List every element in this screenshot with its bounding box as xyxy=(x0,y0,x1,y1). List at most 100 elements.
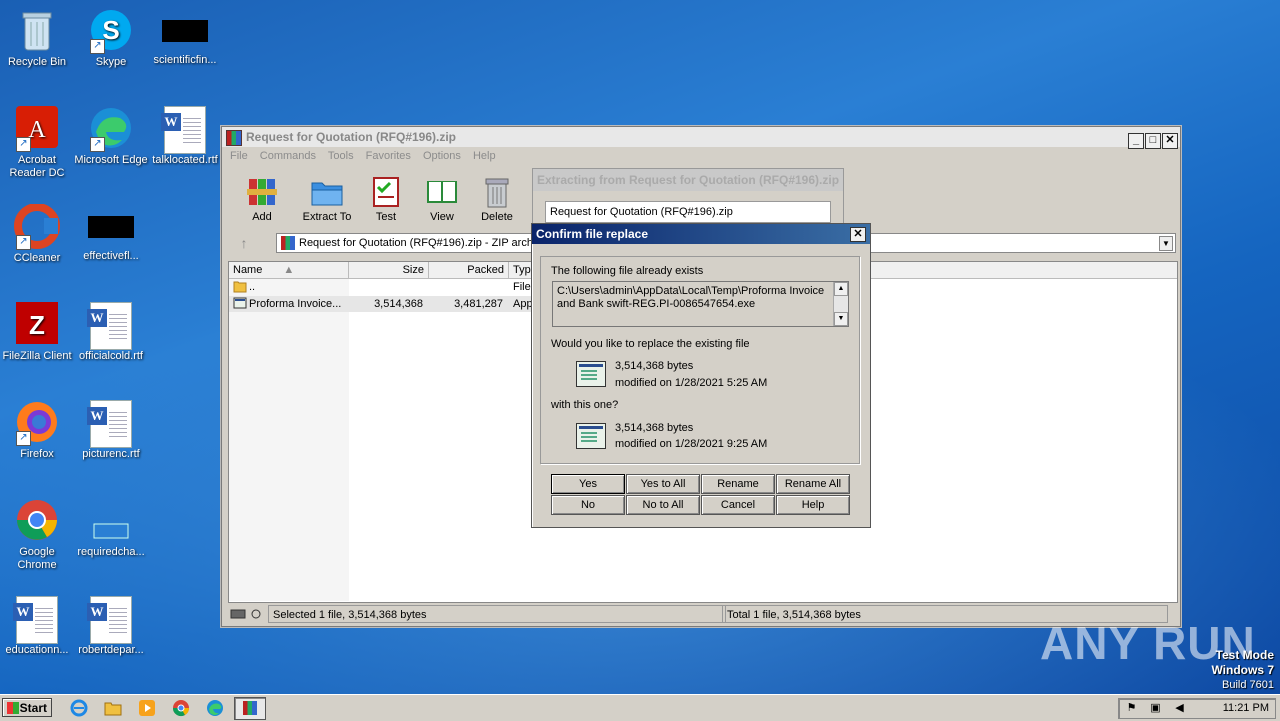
confirm-replace-dialog[interactable]: Confirm file replace ✕ The following fil… xyxy=(531,223,871,528)
recycle-bin-icon xyxy=(14,8,60,54)
desktop-icon-chrome[interactable]: Google Chrome xyxy=(0,498,74,572)
extracting-dialog: Extracting from Request for Quotation (R… xyxy=(532,168,844,230)
winrar-taskbar-button[interactable] xyxy=(234,697,266,720)
desktop-icon-acrobat[interactable]: A ↗ Acrobat Reader DC xyxy=(0,106,74,180)
shortcut-arrow-icon: ↗ xyxy=(16,431,31,446)
desktop-icon-label: FileZilla Client xyxy=(2,350,72,362)
desktop-icon-scientificfin[interactable]: scientificfin... xyxy=(148,8,222,67)
existing-modified: modified on 1/28/2021 5:25 AM xyxy=(615,377,768,389)
chrome-icon xyxy=(14,498,60,544)
path-line-1: C:\Users\admin\AppData\Local\Temp\Profor… xyxy=(557,285,825,297)
toolbar-add-button[interactable]: Add xyxy=(234,175,290,223)
menu-tools[interactable]: Tools xyxy=(328,150,354,162)
firefox-icon: ↗ xyxy=(14,400,60,446)
no-to-all-button[interactable]: No to All xyxy=(626,495,700,515)
minimize-button[interactable]: _ xyxy=(1128,133,1144,149)
desktop-icon-label: CCleaner xyxy=(13,252,61,264)
desktop-icon-effectivefl[interactable]: effectivefl... xyxy=(74,204,148,263)
file-name: Proforma Invoice... xyxy=(249,298,342,310)
flag-icon[interactable]: ⚑ xyxy=(1125,702,1138,715)
toolbar-test-button[interactable]: Test xyxy=(358,175,414,223)
chevron-down-icon[interactable]: ▼ xyxy=(1159,236,1173,251)
desktop-icon-officialcold[interactable]: W officialcold.rtf xyxy=(74,302,148,363)
start-button[interactable]: Start xyxy=(2,698,52,717)
test-mode-line1: Test Mode xyxy=(1215,648,1274,662)
desktop-icon-label: Acrobat Reader DC xyxy=(9,154,65,179)
column-name[interactable]: Name ▲ xyxy=(229,262,349,278)
toolbar-view-button[interactable]: View xyxy=(414,175,470,223)
desktop-icon-edge[interactable]: ↗ Microsoft Edge xyxy=(74,106,148,167)
desktop-icon-skype[interactable]: S ↗ Skype xyxy=(74,8,148,69)
svg-text:A: A xyxy=(28,117,46,143)
desktop-icon-firefox[interactable]: ↗ Firefox xyxy=(0,400,74,461)
word-document-icon: W xyxy=(87,596,134,644)
status-selected: Selected 1 file, 3,514,368 bytes xyxy=(268,605,726,623)
menu-commands[interactable]: Commands xyxy=(260,150,316,162)
start-label: Start xyxy=(19,701,47,715)
desktop-icon-label: Google Chrome xyxy=(17,546,57,571)
desktop-icon-requiredcha[interactable]: requiredcha... xyxy=(74,498,148,559)
window-titlebar[interactable]: Request for Quotation (RFQ#196).zip _ □ ✕ xyxy=(222,127,1180,149)
desktop-icon-educationn[interactable]: W educationn... xyxy=(0,596,74,657)
toolbar-delete-button[interactable]: Delete xyxy=(469,175,525,223)
menu-options[interactable]: Options xyxy=(423,150,461,162)
volume-icon[interactable]: ◀ xyxy=(1173,702,1186,715)
dialog-titlebar[interactable]: Confirm file replace ✕ xyxy=(532,224,870,244)
add-archive-icon xyxy=(245,175,279,209)
word-document-icon: W xyxy=(87,400,134,448)
desktop-icon-label: effectivefl... xyxy=(83,250,139,262)
skype-icon: S ↗ xyxy=(88,8,134,54)
file-packed: 3,481,287 xyxy=(454,298,503,310)
blank-file-icon xyxy=(88,498,134,544)
column-size[interactable]: Size xyxy=(349,262,429,278)
desktop-icon-robertdepar[interactable]: W robertdepar... xyxy=(74,596,148,657)
acrobat-icon: A ↗ xyxy=(14,106,60,152)
rename-button[interactable]: Rename xyxy=(701,474,775,494)
cancel-button[interactable]: Cancel xyxy=(701,495,775,515)
network-icon[interactable]: ▣ xyxy=(1149,702,1162,715)
scroll-down-icon[interactable]: ▼ xyxy=(834,312,848,326)
media-player-icon[interactable] xyxy=(138,699,156,717)
dialog-title: Confirm file replace xyxy=(536,227,649,241)
no-button[interactable]: No xyxy=(551,495,625,515)
menu-help[interactable]: Help xyxy=(473,150,496,162)
column-name-label: Name xyxy=(233,264,263,276)
rename-all-button[interactable]: Rename All xyxy=(776,474,850,494)
maximize-button[interactable]: □ xyxy=(1145,133,1161,149)
desktop-icon-label: Skype xyxy=(95,56,127,68)
desktop-icon-label: officialcold.rtf xyxy=(79,350,143,362)
file-explorer-icon[interactable] xyxy=(104,699,122,717)
status-bar: Selected 1 file, 3,514,368 bytes Total 1… xyxy=(224,605,1176,623)
yes-to-all-button[interactable]: Yes to All xyxy=(626,474,700,494)
desktop-icon-recycle-bin[interactable]: Recycle Bin xyxy=(0,8,74,69)
close-button[interactable]: ✕ xyxy=(1162,133,1178,149)
path-scrollbar[interactable]: ▲ ▼ xyxy=(833,282,848,326)
word-document-icon: W xyxy=(13,596,60,644)
help-button[interactable]: Help xyxy=(776,495,850,515)
desktop-icon-talklocated[interactable]: W talklocated.rtf xyxy=(148,106,222,167)
yes-button[interactable]: Yes xyxy=(551,474,625,494)
table-row-selected[interactable]: Proforma Invoice... 3,514,368 3,481,287 … xyxy=(229,296,539,312)
test-mode-line3: Build 7601 xyxy=(1222,679,1274,691)
desktop-icon-label: Firefox xyxy=(20,448,54,460)
internet-explorer-icon[interactable] xyxy=(70,699,88,717)
address-text: Request for Quotation (RFQ#196).zip - ZI… xyxy=(299,237,533,249)
desktop-icon-picturenc[interactable]: W picturenc.rtf xyxy=(74,400,148,461)
toolbar-extract-to-button[interactable]: Extract To xyxy=(292,175,362,223)
chrome-icon[interactable] xyxy=(172,699,190,717)
toolbar-add-label: Add xyxy=(252,211,272,223)
edge-icon[interactable] xyxy=(206,699,224,717)
desktop-icon-label: requiredcha... xyxy=(77,546,145,558)
desktop-icon-label: talklocated.rtf xyxy=(152,154,218,166)
window-title: Request for Quotation (RFQ#196).zip xyxy=(246,130,457,144)
desktop-icon-filezilla[interactable]: Z FileZilla Client xyxy=(0,302,74,363)
up-arrow-icon[interactable]: ↑ xyxy=(234,235,254,251)
menu-file[interactable]: File xyxy=(230,150,248,162)
close-icon[interactable]: ✕ xyxy=(850,227,866,242)
scroll-up-icon[interactable]: ▲ xyxy=(834,282,848,296)
file-name: .. xyxy=(249,281,256,293)
column-packed[interactable]: Packed xyxy=(429,262,509,278)
menu-favorites[interactable]: Favorites xyxy=(366,150,411,162)
desktop-icon-ccleaner[interactable]: ↗ CCleaner xyxy=(0,203,74,265)
clock[interactable]: 11:21 PM xyxy=(1223,699,1269,718)
